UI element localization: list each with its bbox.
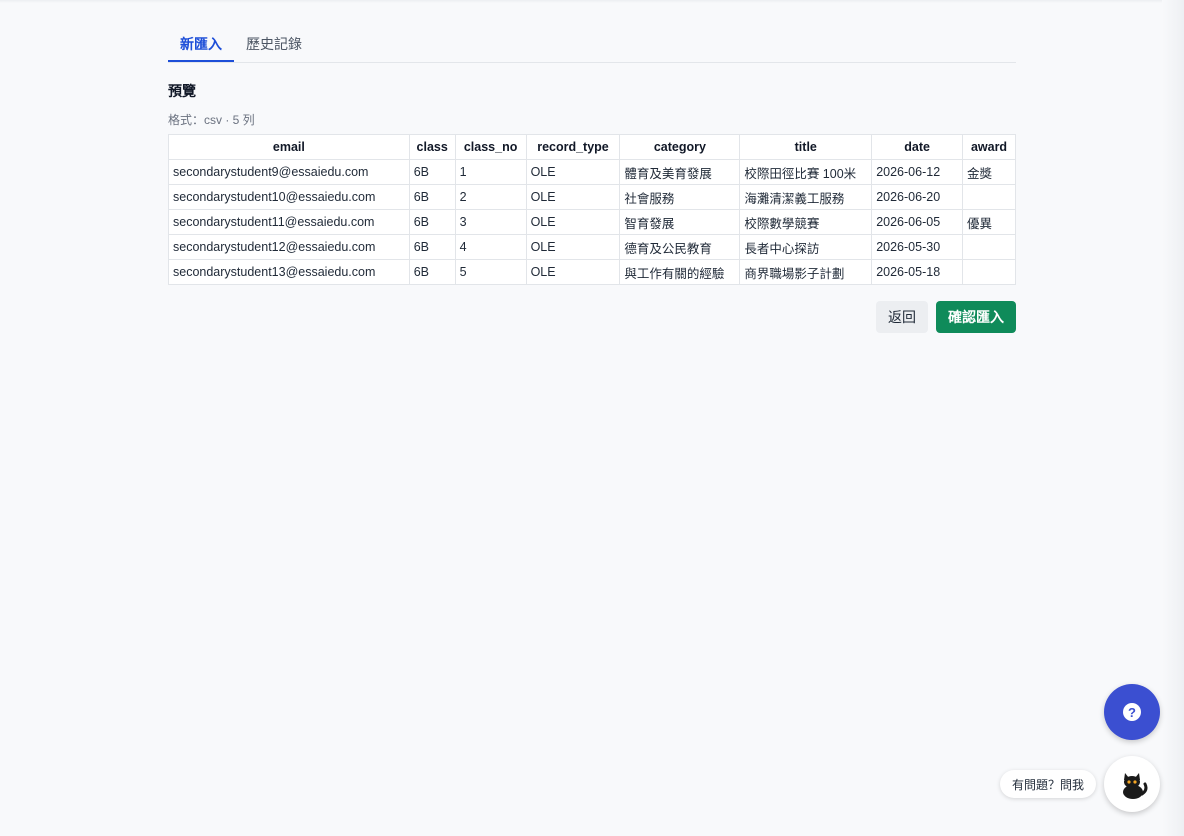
cell-email: secondarystudent9@essaiedu.com [168, 159, 410, 185]
preview-title: 預覽 [168, 83, 196, 99]
cell-class-no: 1 [454, 159, 527, 185]
top-shadow [0, 0, 1184, 3]
cell-class-no: 4 [454, 234, 527, 260]
cell-email: secondarystudent13@essaiedu.com [168, 259, 410, 285]
chatbot-button[interactable] [1104, 756, 1160, 812]
cat-mascot-icon [1123, 773, 1148, 799]
cell-title: 校際田徑比賽 100米 [739, 159, 873, 185]
table-row: secondarystudent9@essaiedu.com 6B 1 OLE … [168, 159, 1016, 185]
cell-title: 長者中心探訪 [739, 234, 873, 260]
cell-class: 6B [408, 209, 456, 235]
cell-category: 與工作有關的經驗 [619, 259, 741, 285]
cell-title: 商界職場影子計劃 [739, 259, 873, 285]
column-header-class: class [408, 134, 456, 160]
cell-email: secondarystudent10@essaiedu.com [168, 184, 410, 210]
cell-date: 2026-06-20 [871, 184, 964, 210]
cell-award [962, 259, 1016, 285]
column-header-award: award [962, 134, 1016, 160]
cell-class: 6B [408, 234, 456, 260]
cell-category: 德育及公民教育 [619, 234, 741, 260]
help-button[interactable]: ? [1104, 684, 1160, 740]
column-header-class-no: class_no [454, 134, 527, 160]
column-header-category: category [619, 134, 741, 160]
question-icon: ? [1123, 703, 1141, 721]
cell-category: 智育發展 [619, 209, 741, 235]
cell-email: secondarystudent11@essaiedu.com [168, 209, 410, 235]
back-button[interactable]: 返回 [876, 301, 928, 333]
ask-me-bubble[interactable]: 有問題？問我 [1000, 770, 1097, 798]
table-header-row: email class class_no record_type categor… [168, 134, 1016, 160]
cell-class-no: 3 [454, 209, 527, 235]
cell-class: 6B [408, 184, 456, 210]
tab-history[interactable]: 歷史記錄 [234, 24, 314, 62]
table-row: secondarystudent12@essaiedu.com 6B 4 OLE… [168, 234, 1016, 260]
preview-format-info: 格式：csv · 5 列 [168, 113, 255, 127]
cell-title: 海灘清潔義工服務 [739, 184, 873, 210]
cell-title: 校際數學競賽 [739, 209, 873, 235]
cell-award [962, 234, 1016, 260]
cell-award [962, 184, 1016, 210]
tab-new-import[interactable]: 新匯入 [168, 24, 234, 62]
cell-class: 6B [408, 259, 456, 285]
right-edge-shadow [1162, 0, 1184, 836]
column-header-email: email [168, 134, 410, 160]
cell-record-type: OLE [525, 209, 621, 235]
column-header-title: title [739, 134, 873, 160]
cell-record-type: OLE [525, 259, 621, 285]
action-bar: 返回 確認匯入 [168, 301, 1016, 333]
import-panel: 新匯入 歷史記錄 預覽 格式：csv · 5 列 email class cla… [168, 24, 1016, 333]
table-row: secondarystudent11@essaiedu.com 6B 3 OLE… [168, 209, 1016, 235]
cell-category: 體育及美育發展 [619, 159, 741, 185]
cell-class-no: 2 [454, 184, 527, 210]
table-row: secondarystudent13@essaiedu.com 6B 5 OLE… [168, 259, 1016, 285]
table-row: secondarystudent10@essaiedu.com 6B 2 OLE… [168, 184, 1016, 210]
confirm-import-button[interactable]: 確認匯入 [936, 301, 1016, 333]
cell-record-type: OLE [525, 159, 621, 185]
cell-record-type: OLE [525, 184, 621, 210]
cell-date: 2026-06-12 [871, 159, 964, 185]
cell-date: 2026-06-05 [871, 209, 964, 235]
column-header-record-type: record_type [525, 134, 621, 160]
cell-category: 社會服務 [619, 184, 741, 210]
cell-award: 金獎 [962, 159, 1016, 185]
cell-date: 2026-05-18 [871, 259, 964, 285]
cell-class-no: 5 [454, 259, 527, 285]
cell-record-type: OLE [525, 234, 621, 260]
tab-bar: 新匯入 歷史記錄 [168, 24, 1016, 63]
preview-table: email class class_no record_type categor… [168, 134, 1016, 285]
cell-email: secondarystudent12@essaiedu.com [168, 234, 410, 260]
cell-class: 6B [408, 159, 456, 185]
cell-date: 2026-05-30 [871, 234, 964, 260]
column-header-date: date [871, 134, 964, 160]
cell-award: 優異 [962, 209, 1016, 235]
